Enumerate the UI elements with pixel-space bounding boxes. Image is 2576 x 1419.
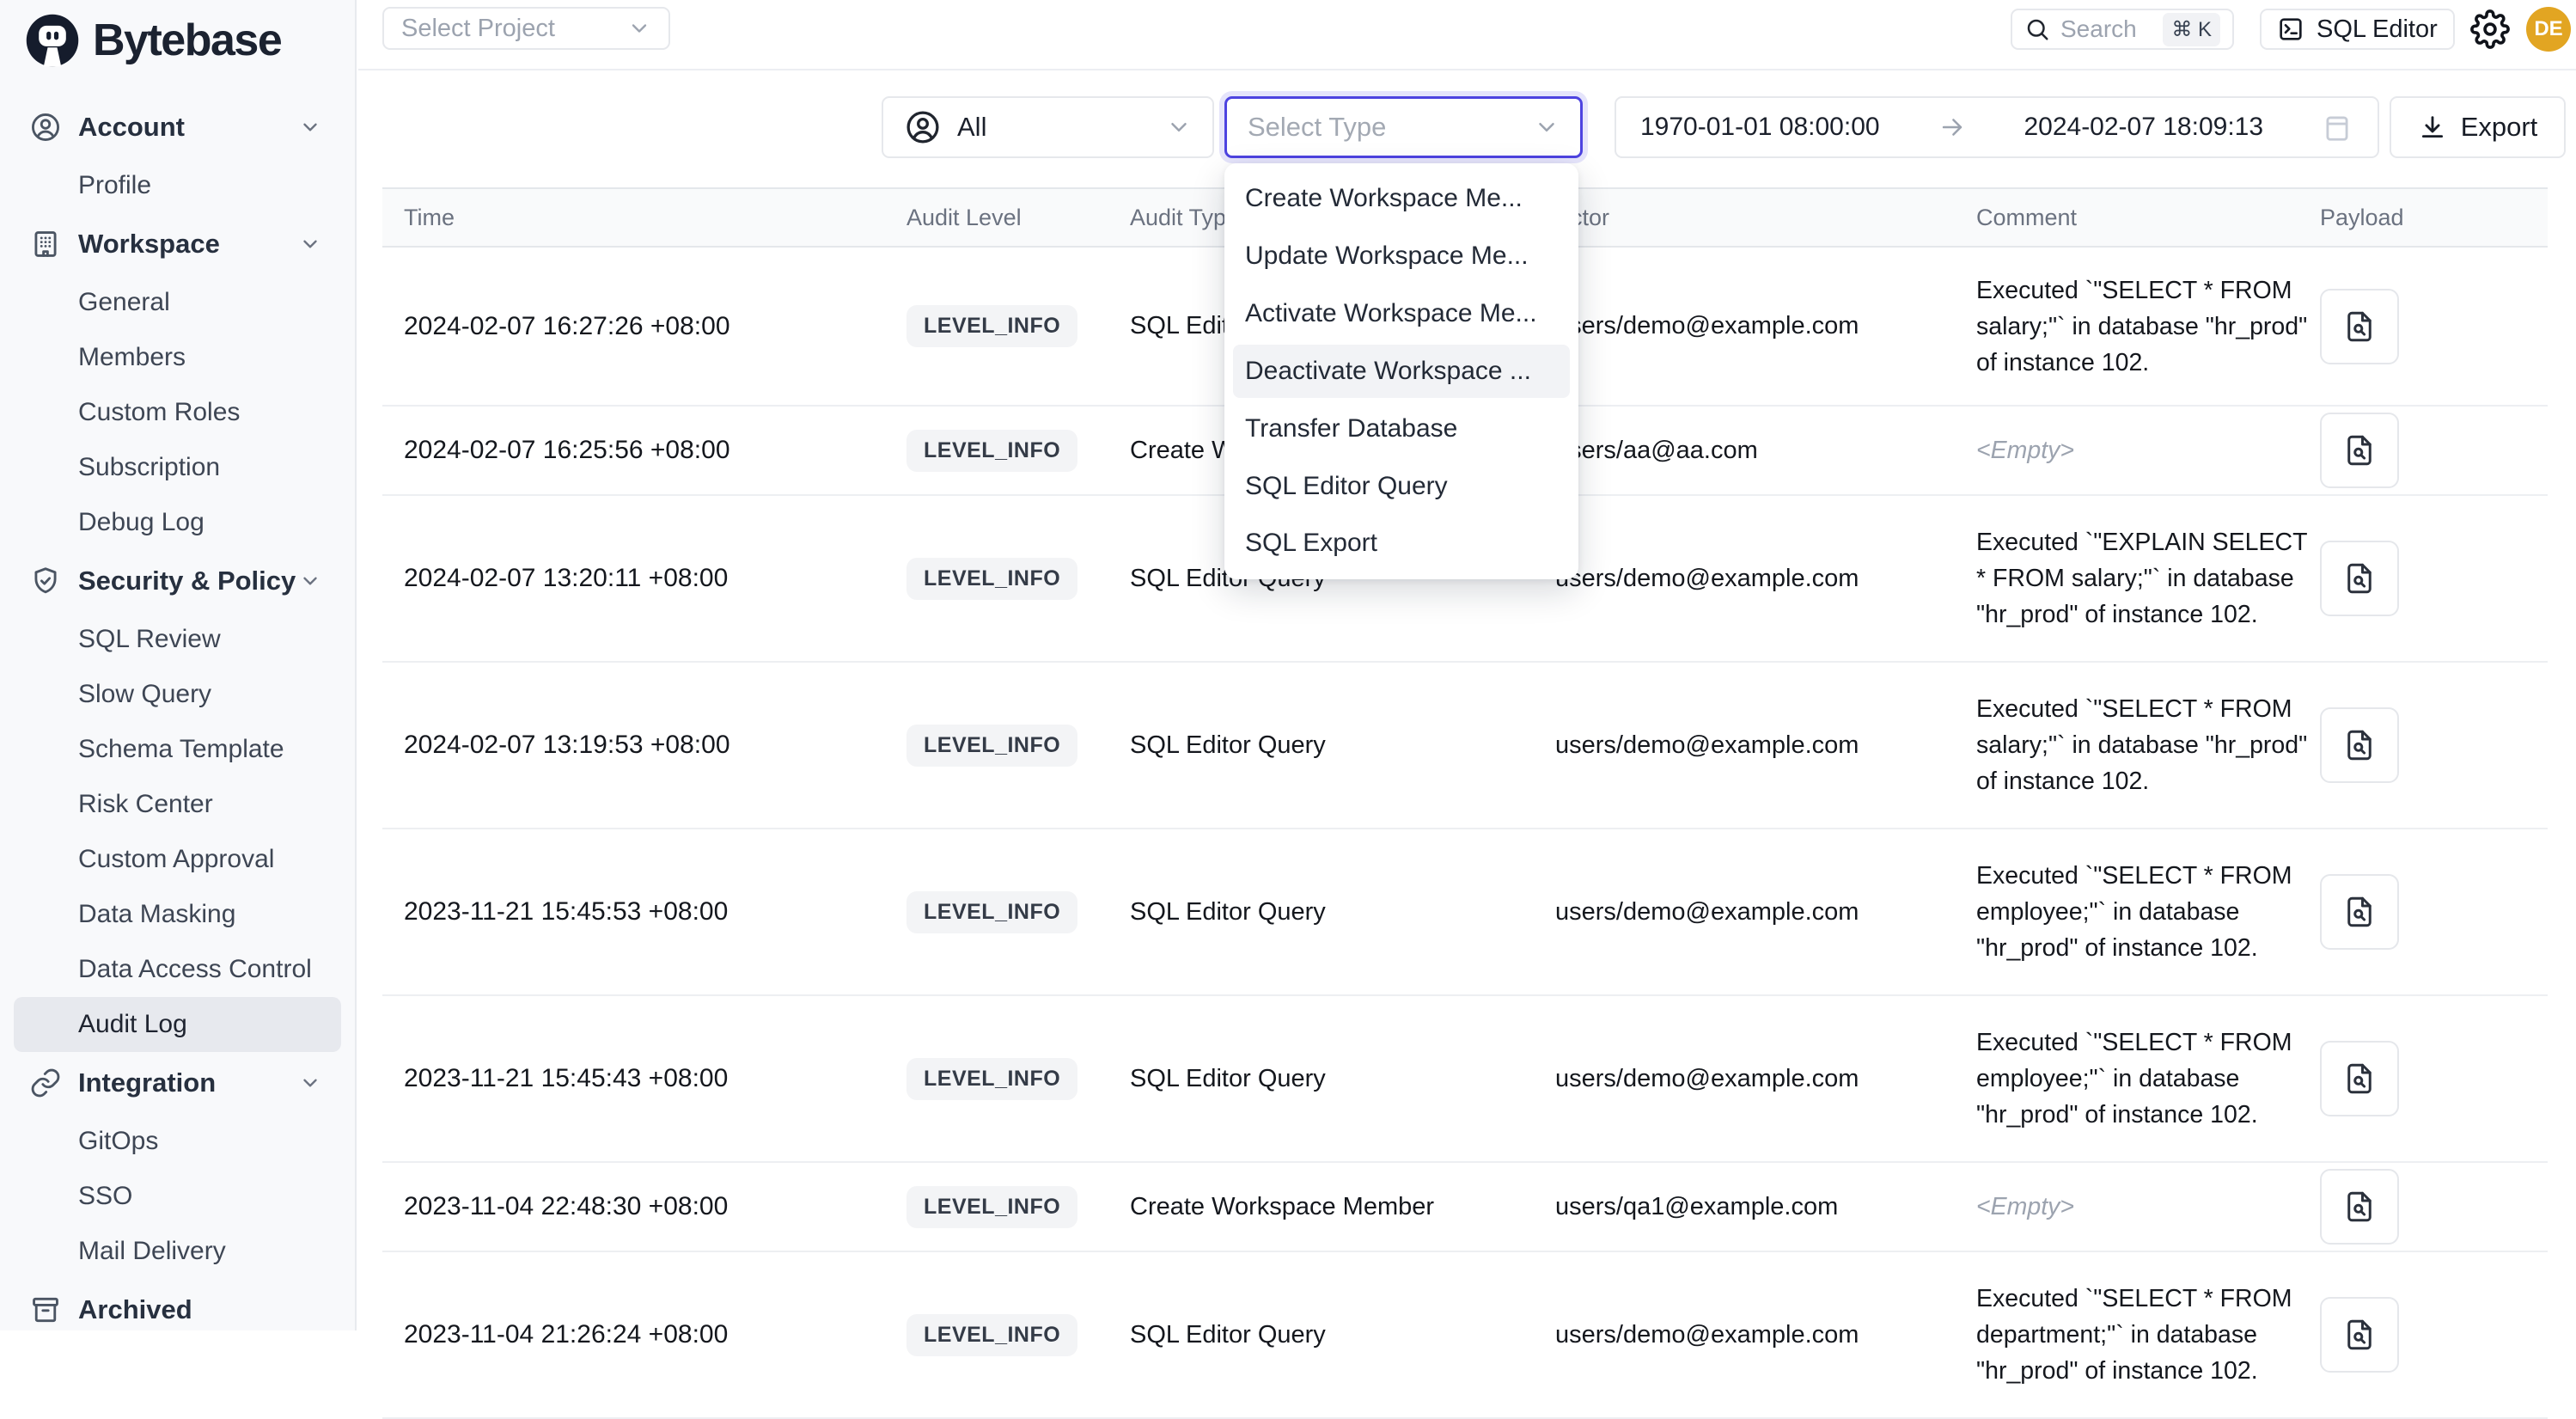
sidebar-item-members[interactable]: Members xyxy=(0,330,355,385)
user-avatar[interactable]: DE xyxy=(2526,7,2571,52)
column-header-comment: Comment xyxy=(1976,205,2320,231)
search-icon xyxy=(2024,16,2050,42)
audit-level-badge: LEVEL_INFO xyxy=(906,891,1077,933)
chevron-down-icon xyxy=(1534,114,1560,140)
dropdown-option-transfer-database[interactable]: Transfer Database xyxy=(1233,402,1570,456)
sidebar-section-account[interactable]: Account xyxy=(0,100,355,155)
payload-view-button[interactable] xyxy=(2320,1041,2399,1116)
sidebar: Bytebase Account Profile Workspace Gener… xyxy=(0,0,357,1330)
audit-level-badge: LEVEL_INFO xyxy=(906,1186,1077,1228)
sidebar-section-security-policy[interactable]: Security & Policy xyxy=(0,554,355,609)
table-row: 2023-11-04 21:26:24 +08:00 LEVEL_INFO SQ… xyxy=(382,1252,2548,1419)
table-row: 2023-11-04 22:48:30 +08:00 LEVEL_INFO Cr… xyxy=(382,1163,2548,1252)
audit-level-badge: LEVEL_INFO xyxy=(906,430,1077,472)
bytebase-logo-icon xyxy=(24,12,81,69)
user-circle-icon xyxy=(904,108,942,146)
chevron-down-icon xyxy=(299,233,321,255)
payload-view-button[interactable] xyxy=(2320,1169,2399,1245)
terminal-icon xyxy=(2277,15,2304,43)
audit-level-badge: LEVEL_INFO xyxy=(906,725,1077,767)
sidebar-item-sso[interactable]: SSO xyxy=(0,1169,355,1224)
export-button[interactable]: Export xyxy=(2390,96,2566,158)
sidebar-section-workspace[interactable]: Workspace xyxy=(0,217,355,272)
chevron-down-icon xyxy=(299,1072,321,1094)
calendar-icon xyxy=(2321,111,2353,144)
dropdown-option-sql-editor-query[interactable]: SQL Editor Query xyxy=(1233,460,1570,513)
sidebar-section-integration[interactable]: Integration xyxy=(0,1055,355,1110)
sidebar-item-slow-query[interactable]: Slow Query xyxy=(0,667,355,722)
building-icon xyxy=(29,228,62,260)
sidebar-item-debug-log[interactable]: Debug Log xyxy=(0,495,355,550)
settings-gear-icon[interactable] xyxy=(2469,9,2511,50)
sidebar-item-mail-delivery[interactable]: Mail Delivery xyxy=(0,1224,355,1279)
topbar-divider xyxy=(358,69,2576,70)
search-input[interactable]: Search ⌘ K xyxy=(2011,9,2234,50)
chevron-down-icon xyxy=(299,116,321,138)
table-row: 2024-02-07 13:19:53 +08:00 LEVEL_INFO SQ… xyxy=(382,663,2548,829)
column-header-payload: Payload xyxy=(2320,205,2548,231)
sidebar-item-schema-template[interactable]: Schema Template xyxy=(0,722,355,777)
dropdown-option-update-workspace-member[interactable]: Update Workspace Me... xyxy=(1233,229,1570,283)
dropdown-option-activate-workspace-member[interactable]: Activate Workspace Me... xyxy=(1233,287,1570,340)
sidebar-item-data-access-control[interactable]: Data Access Control xyxy=(0,942,355,997)
chevron-down-icon xyxy=(299,570,321,592)
sidebar-item-risk-center[interactable]: Risk Center xyxy=(0,777,355,832)
sql-editor-button[interactable]: SQL Editor xyxy=(2260,9,2455,50)
date-from-value: 1970-01-01 08:00:00 xyxy=(1640,113,1880,142)
sidebar-item-sql-review[interactable]: SQL Review xyxy=(0,612,355,667)
sidebar-item-audit-log[interactable]: Audit Log xyxy=(14,997,341,1052)
table-row: 2023-11-21 15:45:53 +08:00 LEVEL_INFO SQ… xyxy=(382,829,2548,996)
user-circle-icon xyxy=(29,111,62,144)
column-header-time: Time xyxy=(382,205,906,231)
payload-view-button[interactable] xyxy=(2320,874,2399,950)
type-filter-dropdown: Create Workspace Me... Update Workspace … xyxy=(1224,163,1578,579)
payload-view-button[interactable] xyxy=(2320,1297,2399,1373)
date-range-picker[interactable]: 1970-01-01 08:00:00 2024-02-07 18:09:13 xyxy=(1615,96,2379,158)
arrow-right-icon xyxy=(1938,113,1967,142)
audit-level-badge: LEVEL_INFO xyxy=(906,1058,1077,1100)
column-header-actor: Actor xyxy=(1555,205,1976,231)
column-header-audit-level: Audit Level xyxy=(906,205,1130,231)
payload-view-button[interactable] xyxy=(2320,289,2399,364)
shield-check-icon xyxy=(29,565,62,597)
audit-level-badge: LEVEL_INFO xyxy=(906,1314,1077,1356)
date-to-value: 2024-02-07 18:09:13 xyxy=(2024,113,2263,142)
actor-filter-select[interactable]: All xyxy=(882,96,1214,158)
brand-logo[interactable]: Bytebase xyxy=(24,12,281,69)
payload-view-button[interactable] xyxy=(2320,707,2399,783)
chevron-down-icon xyxy=(627,16,651,40)
sidebar-item-gitops[interactable]: GitOps xyxy=(0,1114,355,1169)
audit-level-badge: LEVEL_INFO xyxy=(906,305,1077,347)
brand-name: Bytebase xyxy=(93,15,281,66)
link-icon xyxy=(29,1067,62,1099)
audit-level-badge: LEVEL_INFO xyxy=(906,558,1077,600)
payload-view-button[interactable] xyxy=(2320,413,2399,488)
sidebar-item-subscription[interactable]: Subscription xyxy=(0,440,355,495)
sidebar-item-general[interactable]: General xyxy=(0,275,355,330)
sidebar-item-custom-approval[interactable]: Custom Approval xyxy=(0,832,355,887)
sidebar-item-data-masking[interactable]: Data Masking xyxy=(0,887,355,942)
table-row: 2023-11-21 15:45:43 +08:00 LEVEL_INFO SQ… xyxy=(382,996,2548,1163)
type-filter-select[interactable]: Select Type xyxy=(1224,96,1583,158)
sidebar-section-archived[interactable]: Archived xyxy=(0,1282,355,1337)
sidebar-item-custom-roles[interactable]: Custom Roles xyxy=(0,385,355,440)
archive-icon xyxy=(29,1294,62,1326)
download-icon xyxy=(2418,113,2447,142)
payload-view-button[interactable] xyxy=(2320,541,2399,616)
project-select[interactable]: Select Project xyxy=(382,7,670,50)
dropdown-option-deactivate-workspace-member[interactable]: Deactivate Workspace ... xyxy=(1233,345,1570,398)
chevron-down-icon xyxy=(1166,114,1192,140)
search-shortcut-badge: ⌘ K xyxy=(2163,13,2220,46)
dropdown-option-create-workspace-member[interactable]: Create Workspace Me... xyxy=(1233,172,1570,225)
sidebar-item-profile[interactable]: Profile xyxy=(0,158,355,213)
dropdown-option-sql-export[interactable]: SQL Export xyxy=(1233,517,1570,570)
